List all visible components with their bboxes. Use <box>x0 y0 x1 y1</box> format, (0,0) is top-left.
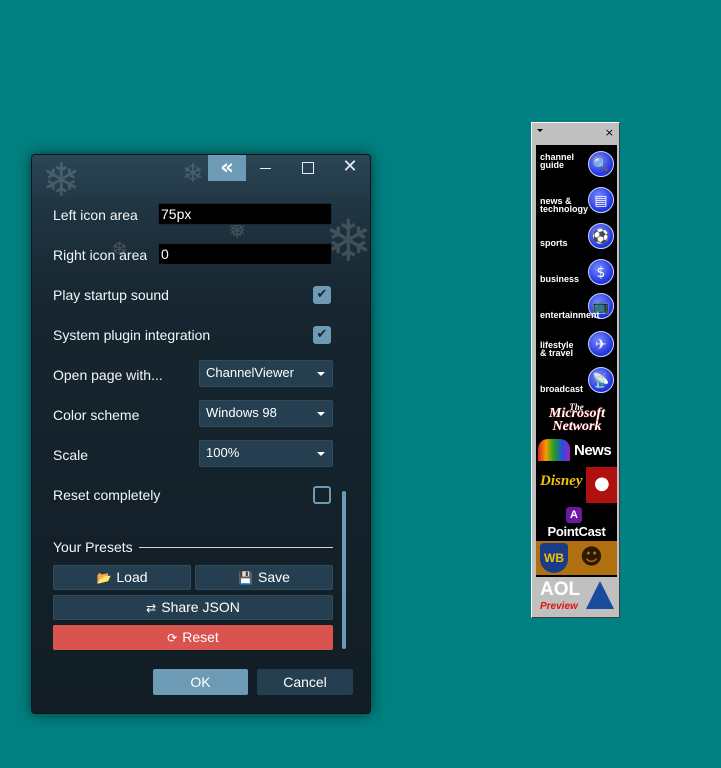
open-page-with-select[interactable]: ChannelViewer <box>199 360 333 387</box>
peacock-logo-icon <box>538 439 570 461</box>
airplane-icon: ✈ <box>588 331 614 357</box>
left-icon-area-input[interactable] <box>158 203 332 225</box>
channel-bar-close-button[interactable]: × <box>605 126 614 139</box>
title-bar: « ✕ <box>32 155 370 181</box>
channel-label: broadcast <box>540 384 584 394</box>
pointcast-logo-icon: A <box>566 507 582 523</box>
ball-icon: ⚽ <box>588 223 614 249</box>
share-json-button[interactable]: ⇄ Share JSON <box>53 595 333 620</box>
channel-disney[interactable]: Disney ● <box>536 467 617 503</box>
color-scheme-value: Windows 98 <box>206 405 277 420</box>
channel-label: news & technology <box>540 196 589 214</box>
channel-sports[interactable]: sports ⚽ <box>536 219 617 255</box>
menu-arrow-icon[interactable] <box>537 129 543 132</box>
channel-news-technology[interactable]: news & technology ▤ <box>536 183 617 219</box>
channel-msn[interactable]: The Microsoft Network <box>536 399 617 434</box>
caret-down-icon <box>317 372 325 376</box>
right-icon-area-input[interactable] <box>158 243 332 265</box>
open-page-with-value: ChannelViewer <box>206 365 294 380</box>
channel-entertainment[interactable]: 📺 entertainment <box>536 291 617 327</box>
channel-bar-titlebar: × <box>532 123 619 145</box>
wb-shield-icon: WB <box>540 543 568 573</box>
divider <box>139 547 333 548</box>
taz-icon: ☻ <box>580 545 603 570</box>
mickey-icon: ● <box>594 473 610 494</box>
reset-button-label: Reset <box>182 629 219 645</box>
folder-open-icon: 📂 <box>96 571 112 585</box>
load-button-label: Load <box>116 569 148 585</box>
reset-completely-label: Reset completely <box>53 487 161 503</box>
channel-broadcast[interactable]: broadcast 📡 <box>536 363 617 399</box>
refresh-icon: ⟳ <box>167 631 178 645</box>
color-scheme-label: Color scheme <box>53 407 140 423</box>
dollar-icon: $ <box>588 259 614 285</box>
save-button[interactable]: 💾 Save <box>195 565 333 590</box>
reset-button[interactable]: ⟳ Reset <box>53 625 333 650</box>
close-button[interactable]: ✕ <box>330 155 370 181</box>
channel-msnbc-news[interactable]: News <box>536 435 617 465</box>
minimize-button[interactable] <box>246 155 286 181</box>
caret-down-icon <box>317 412 325 416</box>
play-startup-sound-checkbox[interactable]: ✔ <box>313 286 331 304</box>
magnifier-icon: 🔍 <box>588 151 614 177</box>
open-page-with-label: Open page with... <box>53 367 163 383</box>
settings-dialog: ❄ ❄ ❄ ❅ ❆ « ✕ Left icon area Right icon … <box>31 154 371 714</box>
channel-lifestyle-travel[interactable]: lifestyle & travel ✈ <box>536 327 617 363</box>
ok-button[interactable]: OK <box>153 669 248 695</box>
cancel-button[interactable]: Cancel <box>257 669 353 695</box>
color-scheme-select[interactable]: Windows 98 <box>199 400 333 427</box>
presets-title: Your Presets <box>53 539 133 555</box>
msn-line2: Microsoft Network <box>549 406 605 434</box>
floppy-disk-icon: 💾 <box>238 571 254 585</box>
scale-label: Scale <box>53 447 89 463</box>
channel-warner-bros[interactable]: WB ☻ <box>536 541 617 575</box>
newspaper-icon: ▤ <box>588 187 614 213</box>
left-icon-area-label: Left icon area <box>53 207 138 223</box>
load-button[interactable]: 📂 Load <box>53 565 191 590</box>
news-label: News <box>574 442 612 459</box>
aol-label: AOL <box>540 579 581 600</box>
channel-aol-preview[interactable]: AOL Preview <box>536 577 617 615</box>
save-button-label: Save <box>258 569 290 585</box>
disney-label: Disney <box>540 473 583 489</box>
right-icon-area-label: Right icon area <box>53 247 148 263</box>
channel-label: sports <box>540 238 568 248</box>
channel-label: business <box>540 274 580 284</box>
reset-completely-checkbox[interactable] <box>313 486 331 504</box>
channel-pointcast[interactable]: A PointCast <box>536 505 617 541</box>
share-json-button-label: Share JSON <box>161 599 240 615</box>
aol-triangle-icon <box>586 581 614 609</box>
collapse-button[interactable]: « <box>208 155 246 181</box>
channel-business[interactable]: business $ <box>536 255 617 291</box>
system-plugin-integration-label: System plugin integration <box>53 327 211 343</box>
retweet-icon: ⇄ <box>146 601 157 615</box>
maximize-button[interactable] <box>288 155 328 181</box>
channel-label: entertainment <box>540 310 600 320</box>
system-plugin-integration-checkbox[interactable]: ✔ <box>313 326 331 344</box>
pointcast-label: PointCast <box>547 524 606 539</box>
broadcast-icon: 📡 <box>588 367 614 393</box>
channel-bar: × channel guide 🔍 news & technology ▤ sp… <box>531 122 620 618</box>
channel-guide[interactable]: channel guide 🔍 <box>536 147 617 183</box>
aol-preview-label: Preview <box>540 601 578 612</box>
channel-list: channel guide 🔍 news & technology ▤ spor… <box>536 145 617 615</box>
scale-value: 100% <box>206 445 240 460</box>
channel-label: channel guide <box>540 152 575 170</box>
caret-down-icon <box>317 452 325 456</box>
play-startup-sound-label: Play startup sound <box>53 287 169 303</box>
channel-label: lifestyle & travel <box>540 340 574 358</box>
scrollbar[interactable] <box>342 491 346 649</box>
scale-select[interactable]: 100% <box>199 440 333 467</box>
